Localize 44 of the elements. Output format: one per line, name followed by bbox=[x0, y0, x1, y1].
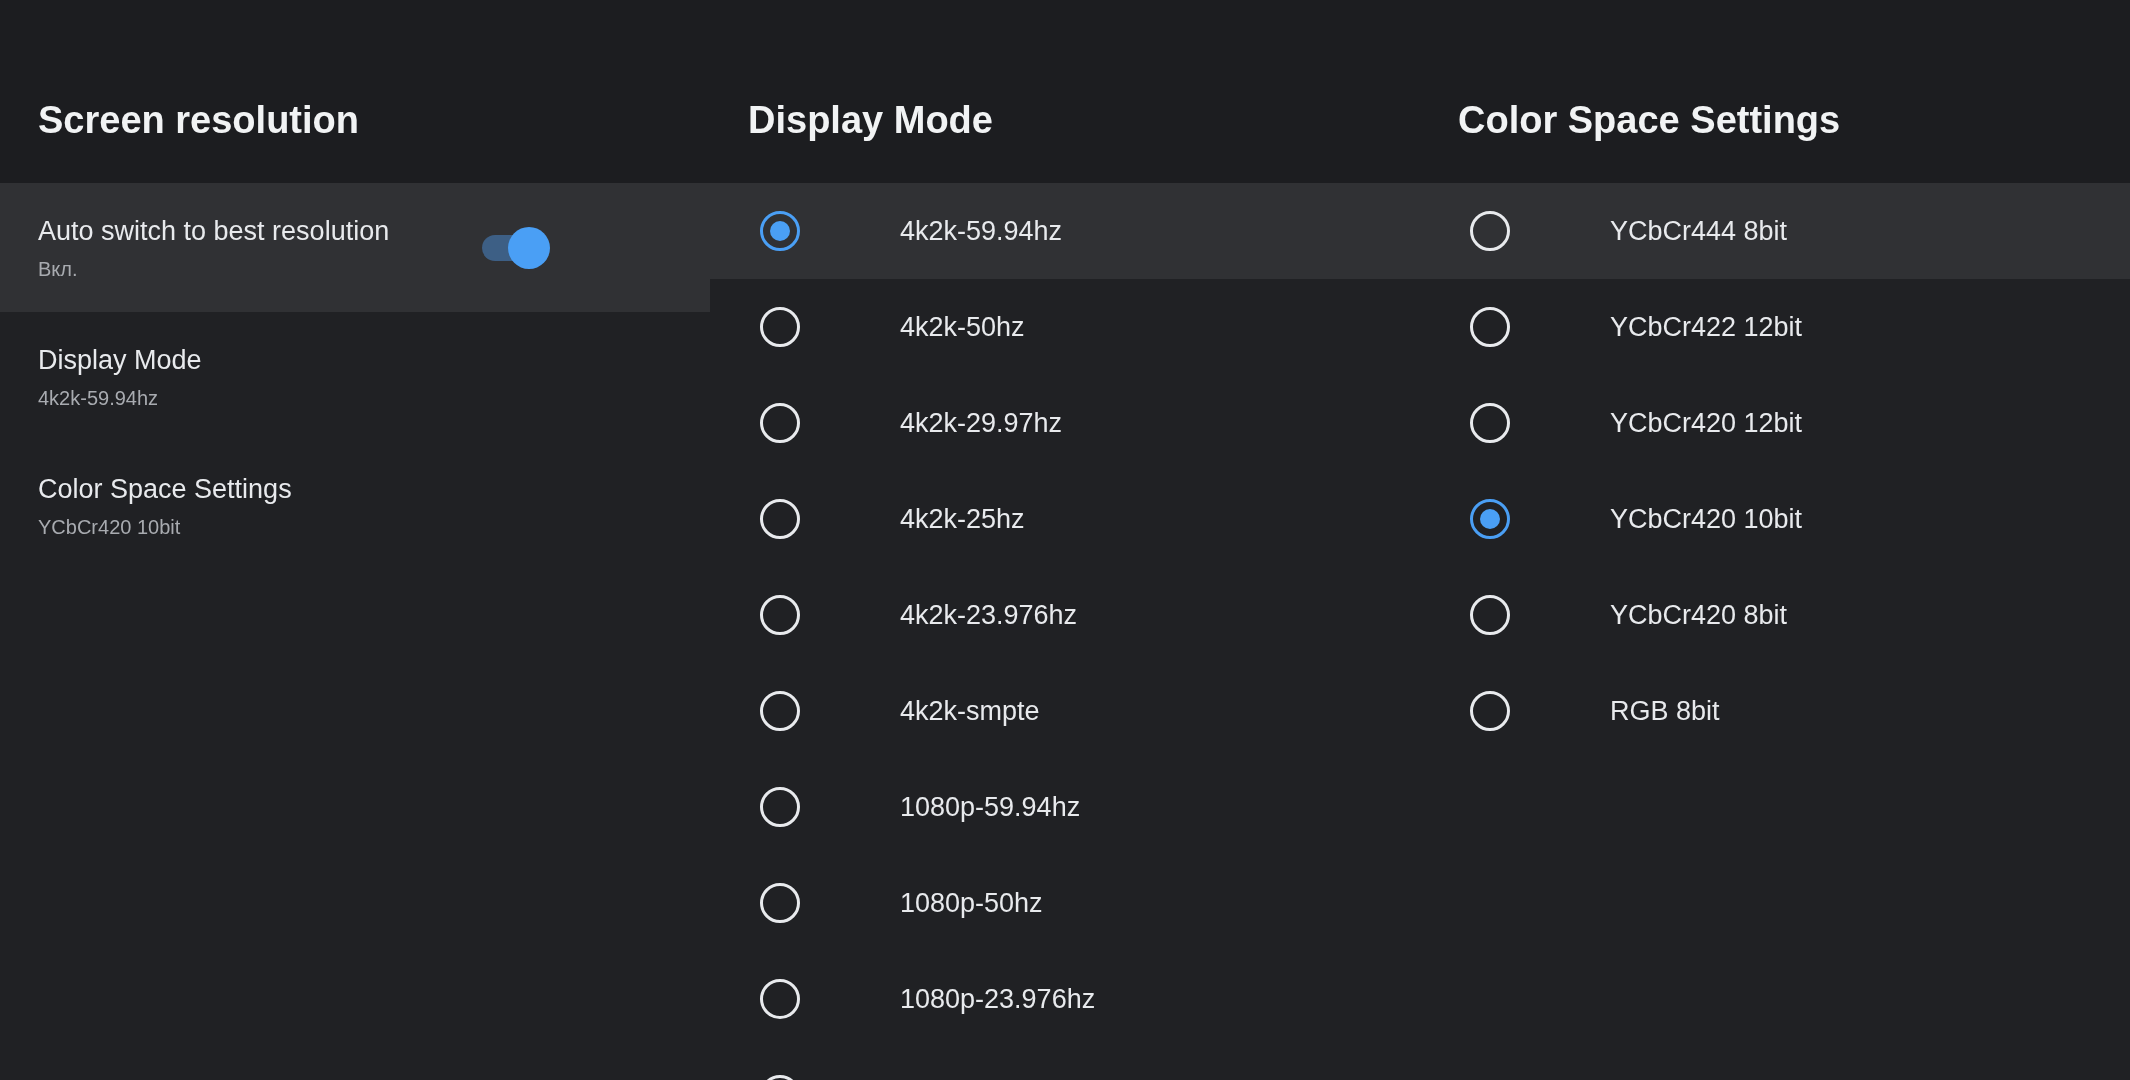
radio-button[interactable] bbox=[1470, 499, 1510, 539]
option-label: RGB 8bit bbox=[1610, 694, 1720, 728]
item-value: 4k2k-59.94hz bbox=[38, 385, 160, 411]
radio-button[interactable] bbox=[760, 211, 800, 251]
option-label: 4k2k-smpte bbox=[900, 694, 1040, 728]
radio-option[interactable]: YCbCr420 12bit bbox=[1420, 375, 2130, 471]
option-label: YCbCr420 12bit bbox=[1610, 406, 1803, 440]
radio-option[interactable]: 1080p-59.94hz bbox=[710, 759, 1420, 855]
item-value: Вкл. bbox=[38, 256, 79, 282]
option-label: 1080p-50hz bbox=[900, 886, 1043, 920]
option-label: 1080p-59.94hz bbox=[900, 790, 1081, 824]
radio-option[interactable]: 1080p-23.976hz bbox=[710, 951, 1420, 1047]
radio-option[interactable]: 1080p-50hz bbox=[710, 855, 1420, 951]
radio-option[interactable]: 4k2k-25hz bbox=[710, 471, 1420, 567]
radio-option[interactable]: 4k2k-50hz bbox=[710, 279, 1420, 375]
radio-option[interactable]: 4k2k-59.94hz bbox=[710, 183, 1420, 279]
item-label: Display Mode bbox=[38, 343, 203, 377]
radio-option[interactable]: RGB 8bit bbox=[1420, 663, 2130, 759]
option-label: 4k2k-50hz bbox=[900, 310, 1025, 344]
item-label: Color Space Settings bbox=[38, 472, 293, 506]
item-value: YCbCr420 10bit bbox=[38, 514, 182, 540]
radio-option[interactable]: 4k2k-29.97hz bbox=[710, 375, 1420, 471]
option-label: YCbCr422 12bit bbox=[1610, 310, 1803, 344]
option-label: 4k2k-59.94hz bbox=[900, 214, 1063, 248]
menu-item[interactable]: Color Space Settings YCbCr420 10bit bbox=[0, 441, 710, 570]
menu-item[interactable]: Display Mode 4k2k-59.94hz bbox=[0, 312, 710, 441]
panel-title: Screen resolution bbox=[38, 101, 359, 139]
radio-option[interactable]: 4k2k-smpte bbox=[710, 663, 1420, 759]
option-label: 4k2k-29.97hz bbox=[900, 406, 1063, 440]
panel-title: Color Space Settings bbox=[1458, 101, 1841, 139]
option-label: YCbCr444 8bit bbox=[1610, 214, 1788, 248]
radio-option[interactable]: YCbCr444 8bit bbox=[1420, 183, 2130, 279]
radio-option[interactable]: YCbCr422 12bit bbox=[1420, 279, 2130, 375]
item-label: Auto switch to best resolution bbox=[38, 214, 391, 248]
option-label: 4k2k-25hz bbox=[900, 502, 1025, 536]
radio-option[interactable]: YCbCr420 8bit bbox=[1420, 567, 2130, 663]
option-label: 1080p-23.976hz bbox=[900, 982, 1096, 1016]
panel-title: Display Mode bbox=[748, 101, 993, 139]
option-label: YCbCr420 10bit bbox=[1610, 502, 1803, 536]
option-label: YCbCr420 8bit bbox=[1610, 598, 1788, 632]
menu-item[interactable]: Auto switch to best resolution Вкл. bbox=[0, 183, 710, 312]
radio-option[interactable]: YCbCr420 10bit bbox=[1420, 471, 2130, 567]
radio-option[interactable]: 4k2k-23.976hz bbox=[710, 567, 1420, 663]
option-label: 4k2k-23.976hz bbox=[900, 598, 1078, 632]
